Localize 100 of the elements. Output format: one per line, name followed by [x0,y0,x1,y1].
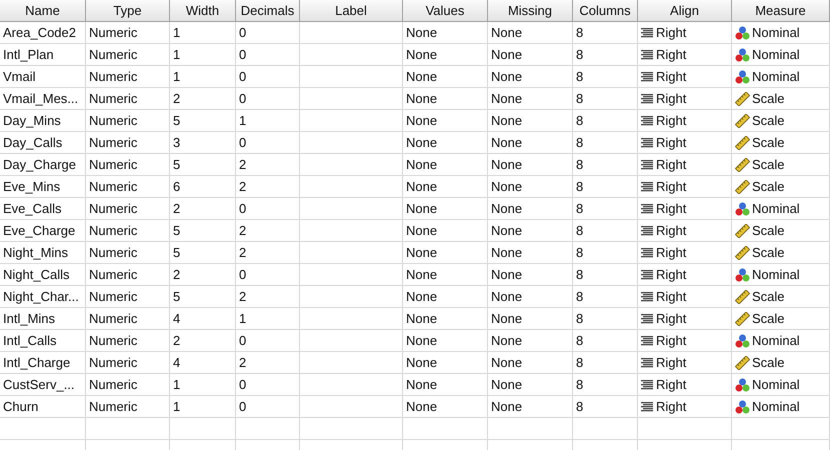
table-cell: Numeric [86,44,170,66]
column-header[interactable]: Width [170,0,236,22]
table-cell: 1 [170,396,236,418]
table-cell: 2 [170,264,236,286]
table-cell: Numeric [86,66,170,88]
table-cell: Intl_Charge [0,352,86,374]
three-balls-icon [735,202,750,216]
column-header[interactable]: Align [638,0,732,22]
table-cell: None [403,308,488,330]
column-header[interactable]: Label [300,0,403,22]
three-balls-icon [735,334,750,348]
table-cell: 8 [573,220,638,242]
table-cell: None [403,44,488,66]
table-cell: None [488,22,573,44]
table-cell: 5 [170,220,236,242]
column-header[interactable]: Decimals [236,0,300,22]
table-cell: None [488,374,573,396]
ruler-icon [735,224,750,238]
align-text: Right [656,332,686,350]
table-cell: Area_Code2 [0,22,86,44]
table-cell: 0 [236,66,300,88]
three-balls-icon [735,70,750,84]
column-header[interactable]: Measure [732,0,830,22]
table-cell: 8 [573,22,638,44]
table-cell: None [403,132,488,154]
table-cell: None [403,176,488,198]
table-cell: 1 [170,66,236,88]
table-cell: 5 [170,154,236,176]
measure-text: Nominal [752,46,800,64]
table-cell: 1 [170,44,236,66]
table-cell: Numeric [86,330,170,352]
table-cell: None [488,198,573,220]
align-text: Right [656,266,686,284]
table-cell: 8 [573,352,638,374]
empty-cell [573,418,638,440]
table-cell: None [488,396,573,418]
table-cell: 2 [236,286,300,308]
table-cell: None [403,66,488,88]
table-cell: None [403,88,488,110]
table-cell: 2 [236,176,300,198]
align-text: Right [656,90,686,108]
column-header[interactable]: Columns [573,0,638,22]
align-right-icon [641,380,653,390]
table-cell: 2 [236,154,300,176]
table-cell: Day_Charge [0,154,86,176]
align-right-icon [641,116,653,126]
table-cell: None [488,286,573,308]
column-header[interactable]: Type [86,0,170,22]
align-text: Right [656,156,686,174]
three-balls-icon [735,48,750,62]
measure-text: Nominal [752,376,800,394]
align-right-icon [641,226,653,236]
measure-text: Nominal [752,200,800,218]
table-cell: 4 [170,352,236,374]
empty-cell [170,418,236,440]
measure-text: Scale [752,244,785,262]
measure-text: Nominal [752,266,800,284]
three-balls-icon [735,268,750,282]
table-cell: Numeric [86,176,170,198]
measure-text: Scale [752,112,785,130]
align-right-icon [641,270,653,280]
table-cell: 8 [573,198,638,220]
table-cell: 6 [170,176,236,198]
table-cell: Churn [0,396,86,418]
table-cell: 8 [573,176,638,198]
table-cell: Numeric [86,242,170,264]
align-right-icon [641,402,653,412]
table-cell: 5 [170,242,236,264]
table-cell: None [403,264,488,286]
table-cell: None [403,286,488,308]
column-header[interactable]: Values [403,0,488,22]
measure-text: Scale [752,134,785,152]
table-cell: 0 [236,132,300,154]
measure-text: Nominal [752,398,800,416]
table-cell: 2 [170,198,236,220]
table-cell: None [403,22,488,44]
table-cell: 8 [573,66,638,88]
table-cell: Numeric [86,308,170,330]
table-cell: Night_Calls [0,264,86,286]
align-text: Right [656,310,686,328]
align-right-icon [641,248,653,258]
align-right-icon [641,204,653,214]
table-cell: None [403,242,488,264]
table-cell: Vmail_Mes... [0,88,86,110]
table-cell: None [403,396,488,418]
table-cell: 1 [236,110,300,132]
column-header[interactable]: Name [0,0,86,22]
table-cell: None [488,220,573,242]
table-cell: Eve_Charge [0,220,86,242]
column-header[interactable]: Missing [488,0,573,22]
table-cell: 8 [573,110,638,132]
table-cell: 0 [236,264,300,286]
table-cell: Night_Mins [0,242,86,264]
table-cell: CustServ_... [0,374,86,396]
align-right-icon [641,314,653,324]
table-cell: 8 [573,330,638,352]
ruler-icon [735,356,750,370]
align-right-icon [641,182,653,192]
table-cell: 8 [573,88,638,110]
table-cell: Day_Calls [0,132,86,154]
